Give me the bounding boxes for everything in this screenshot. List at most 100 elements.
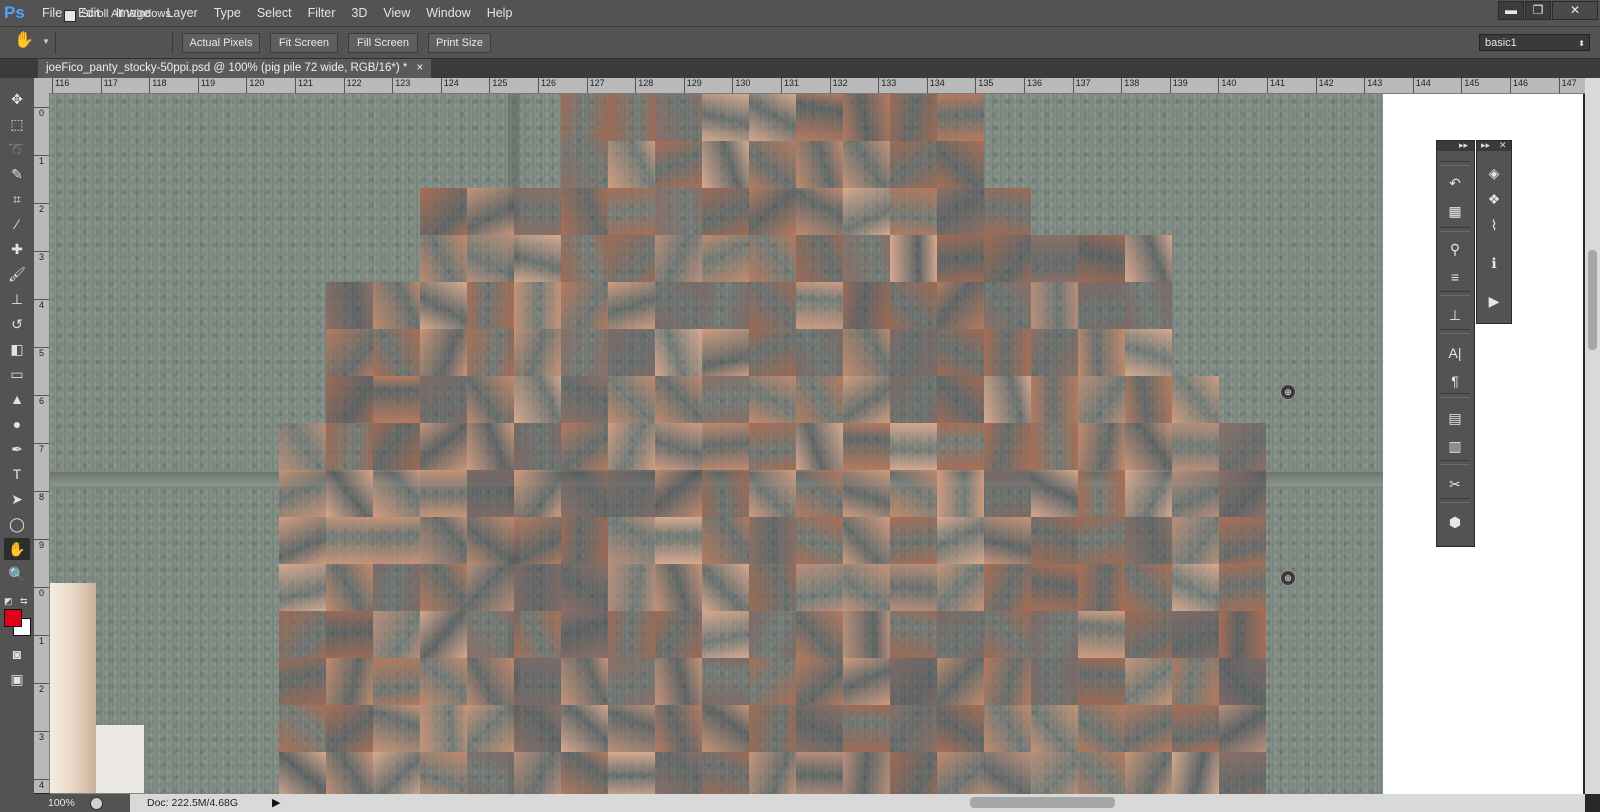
document-tab[interactable]: joeFico_panty_stocky-50ppi.psd @ 100% (p…: [38, 59, 432, 78]
mosaic-tile: [1125, 329, 1172, 376]
actual-pixels-button[interactable]: Actual Pixels: [182, 33, 260, 53]
panel-dock-header[interactable]: ▸▸ ✕: [1477, 140, 1511, 151]
mosaic-tile: [655, 188, 702, 235]
mosaic-tile: [937, 658, 984, 705]
paths-panel-icon[interactable]: ⌇: [1480, 213, 1508, 237]
tool-presets-panel-icon[interactable]: ✂: [1441, 472, 1469, 496]
menu-view[interactable]: View: [375, 0, 418, 26]
collapse-panels-icon[interactable]: ▸▸: [1481, 140, 1490, 151]
actions-panel-icon[interactable]: ▶: [1480, 289, 1508, 313]
default-colors-icon[interactable]: ◩: [4, 596, 13, 607]
menu-filter[interactable]: Filter: [300, 0, 344, 26]
character-styles-panel-icon[interactable]: ▤: [1441, 406, 1469, 430]
lasso-tool-icon[interactable]: ➰: [4, 138, 30, 160]
mosaic-tile: [326, 705, 373, 752]
clone-stamp-tool-icon[interactable]: ⊥: [4, 288, 30, 310]
mosaic-tile: [843, 235, 890, 282]
vertical-scrollbar[interactable]: [1585, 78, 1600, 794]
layers-panel-icon[interactable]: ◈: [1480, 161, 1508, 185]
clone-source-panel-icon[interactable]: ⊥: [1441, 303, 1469, 327]
history-panel-icon[interactable]: ↶: [1441, 171, 1469, 195]
panel-separator: [1440, 393, 1470, 398]
healing-brush-tool-icon[interactable]: ✚: [4, 238, 30, 260]
select-arrows-icon: ⬍: [1578, 39, 1585, 48]
mosaic-tile: [1031, 423, 1078, 470]
mosaic-tile: [984, 470, 1031, 517]
character-panel-icon[interactable]: A|: [1441, 341, 1469, 365]
hand-tool-icon[interactable]: ✋: [4, 538, 30, 560]
eraser-tool-icon[interactable]: ◧: [4, 338, 30, 360]
ellipse-tool-icon[interactable]: ◯: [4, 513, 30, 535]
marquee-tool-icon[interactable]: ⬚: [4, 113, 30, 135]
transform-handle-icon[interactable]: ⊕: [1280, 384, 1296, 400]
mosaic-tile: [984, 376, 1031, 423]
mosaic-tile: [514, 188, 561, 235]
mosaic-tile: [1078, 564, 1125, 611]
paragraph-panel-icon[interactable]: ¶: [1441, 369, 1469, 393]
horizontal-ruler[interactable]: 116 117 118 119 120 121 122 123 124 125 126 127 128 1…: [38, 78, 1600, 94]
document-canvas[interactable]: [50, 94, 1383, 794]
type-tool-icon[interactable]: T: [4, 463, 30, 485]
horizontal-scroll-thumb[interactable]: [970, 797, 1115, 808]
zoom-level[interactable]: 100%: [48, 797, 75, 809]
horizontal-scrollbar[interactable]: [130, 794, 1585, 812]
menu-window[interactable]: Window: [418, 0, 478, 26]
vertical-scroll-thumb[interactable]: [1588, 250, 1597, 350]
screen-mode-icon[interactable]: ▣: [4, 668, 30, 690]
path-select-tool-icon[interactable]: ➤: [4, 488, 30, 510]
info-panel-icon[interactable]: ℹ: [1480, 251, 1508, 275]
ruler-tick-label: 2: [34, 203, 49, 214]
history-brush-tool-icon[interactable]: ↺: [4, 313, 30, 335]
swap-colors-icon[interactable]: ⇆: [20, 596, 28, 607]
panel-dock-header[interactable]: ▸▸: [1437, 140, 1474, 151]
ruler-tick-label: 4: [34, 779, 49, 790]
status-menu-arrow-icon[interactable]: ▶: [272, 796, 280, 809]
quick-select-tool-icon[interactable]: ✎: [4, 163, 30, 185]
transform-handle-icon[interactable]: ⊕: [1280, 570, 1296, 586]
mosaic-tile: [561, 705, 608, 752]
zoom-tool-icon[interactable]: 🔍: [4, 563, 30, 585]
paragraph-styles-panel-icon[interactable]: ▥: [1441, 434, 1469, 458]
chevron-down-icon[interactable]: ▼: [42, 37, 50, 46]
mosaic-tile: [1219, 658, 1266, 705]
properties-panel-icon[interactable]: ▦: [1441, 199, 1469, 223]
collapse-panels-icon[interactable]: ▸▸: [1459, 140, 1468, 151]
dodge-tool-icon[interactable]: ●: [4, 413, 30, 435]
vertical-ruler[interactable]: 0 1 2 3 4 5 6 7 8 9 0 1 2 3 4: [34, 93, 50, 793]
eyedropper-tool-icon[interactable]: ⁄: [4, 213, 30, 235]
blur-tool-icon[interactable]: ▲: [4, 388, 30, 410]
pen-tool-icon[interactable]: ✒: [4, 438, 30, 460]
gradient-tool-icon[interactable]: ▭: [4, 363, 30, 385]
channels-panel-icon[interactable]: ❖: [1480, 187, 1508, 211]
move-tool-icon[interactable]: ✥: [4, 88, 30, 110]
3d-panel-icon[interactable]: ⬢: [1441, 510, 1469, 534]
print-size-button[interactable]: Print Size: [428, 33, 491, 53]
image-fragment: [50, 583, 96, 793]
crop-tool-icon[interactable]: ⌗: [4, 188, 30, 210]
brush-presets-panel-icon[interactable]: ≡: [1441, 265, 1469, 289]
mosaic-tile: [608, 705, 655, 752]
mosaic-tile: [1172, 423, 1219, 470]
fit-screen-button[interactable]: Fit Screen: [270, 33, 338, 53]
quick-mask-icon[interactable]: ◙: [4, 643, 30, 665]
fill-screen-button[interactable]: Fill Screen: [348, 33, 418, 53]
menu-select[interactable]: Select: [249, 0, 300, 26]
hand-tool-preset-icon[interactable]: ✋: [14, 30, 34, 50]
ruler-tick-label: 121: [295, 78, 313, 93]
workspace-select[interactable]: basic1 ⬍: [1479, 34, 1590, 51]
close-window-button[interactable]: ✕: [1552, 1, 1598, 20]
scroll-all-windows-checkbox[interactable]: [64, 10, 76, 22]
restore-button[interactable]: ❐: [1525, 1, 1551, 20]
close-tab-icon[interactable]: ×: [417, 62, 424, 74]
close-panel-icon[interactable]: ✕: [1499, 140, 1507, 151]
brush-tool-icon[interactable]: 🖌: [4, 263, 30, 285]
minimize-button[interactable]: ▬: [1498, 1, 1524, 20]
menu-type[interactable]: Type: [206, 0, 249, 26]
menu-3d[interactable]: 3D: [343, 0, 375, 26]
menu-help[interactable]: Help: [479, 0, 521, 26]
mosaic-tile: [937, 141, 984, 188]
foreground-color-swatch[interactable]: [4, 609, 22, 627]
status-info-icon[interactable]: [90, 797, 103, 810]
ruler-tick-label: 6: [34, 395, 49, 406]
brush-panel-icon[interactable]: ⚲: [1441, 237, 1469, 261]
